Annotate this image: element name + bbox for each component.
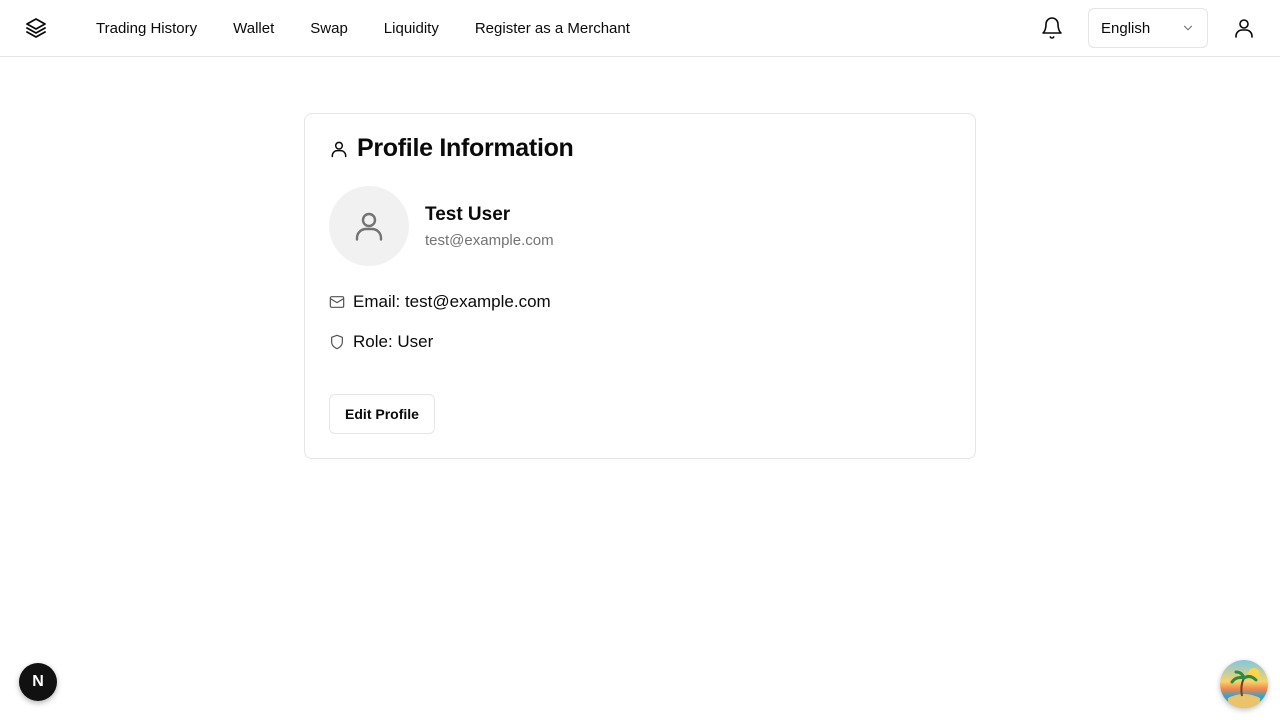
profile-name: Test User [425, 204, 511, 225]
user-icon[interactable] [1232, 16, 1256, 40]
bell-icon[interactable] [1040, 16, 1064, 40]
email-row: Email: test@example.com [329, 292, 551, 312]
chevron-down-icon [1183, 25, 1193, 31]
nav-item-liquidity[interactable]: Liquidity [366, 12, 457, 45]
language-select[interactable]: English [1088, 8, 1208, 48]
nav-item-trading-history[interactable]: Trading History [78, 12, 215, 45]
language-select-value: English [1101, 19, 1151, 37]
dev-badge-letter: N [32, 673, 44, 690]
main-nav: Trading History Wallet Swap Liquidity Re… [78, 0, 648, 56]
nav-item-wallet[interactable]: Wallet [215, 12, 292, 45]
island-widget-icon[interactable] [1220, 660, 1268, 708]
role-row-text: Role: User [353, 332, 434, 351]
role-row: Role: User [329, 332, 433, 352]
avatar [329, 186, 409, 266]
top-navigation-bar: Trading History Wallet Swap Liquidity Re… [0, 0, 1280, 57]
profile-card: Profile Information Test User test@examp… [304, 113, 976, 459]
user-icon [331, 141, 347, 157]
page-title: Profile Information [357, 134, 574, 162]
dev-tools-badge[interactable]: N [19, 663, 57, 701]
edit-profile-button[interactable]: Edit Profile [329, 394, 435, 434]
profile-card-header: Profile Information [329, 134, 574, 163]
user-icon [355, 212, 383, 241]
profile-email: test@example.com [425, 232, 554, 249]
nav-item-swap[interactable]: Swap [292, 12, 366, 45]
shield-icon [331, 334, 343, 350]
layers-icon[interactable] [24, 16, 48, 40]
email-row-text: Email: test@example.com [353, 292, 551, 311]
nav-item-register-merchant[interactable]: Register as a Merchant [457, 12, 648, 45]
mail-icon [329, 296, 345, 308]
